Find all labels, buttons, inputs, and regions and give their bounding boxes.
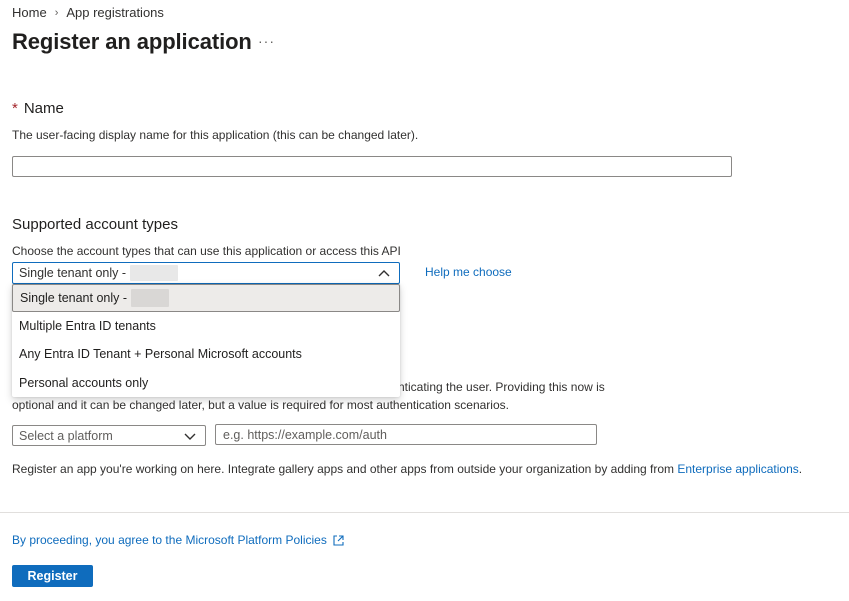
platform-policies-link[interactable]: By proceeding, you agree to the Microsof… <box>12 533 345 547</box>
tenant-name-redacted <box>131 289 170 307</box>
dropdown-option-label: Single tenant only - <box>20 291 128 305</box>
gallery-note-text: Register an app you're working on here. … <box>12 462 678 476</box>
platform-select[interactable]: Select a platform <box>12 425 206 446</box>
dropdown-option-single-tenant[interactable]: Single tenant only - <box>12 284 400 312</box>
footer-divider <box>0 512 849 513</box>
redirect-uri-input[interactable] <box>215 424 597 445</box>
tenant-name-redacted <box>130 265 179 281</box>
dropdown-option-any-tenant-personal[interactable]: Any Entra ID Tenant + Personal Microsoft… <box>12 340 400 368</box>
breadcrumb-app-registrations-link[interactable]: App registrations <box>66 5 164 20</box>
breadcrumb-chevron-icon: › <box>54 6 59 19</box>
breadcrumb: Home › App registrations <box>12 5 164 20</box>
account-types-label: Supported account types <box>12 216 178 233</box>
account-types-description: Choose the account types that can use th… <box>12 244 401 258</box>
account-types-dropdown: Single tenant only - Multiple Entra ID t… <box>12 284 400 397</box>
account-types-select[interactable]: Single tenant only - <box>12 262 400 284</box>
gallery-note-suffix: . <box>798 462 803 476</box>
more-options-icon[interactable]: ··· <box>258 33 275 49</box>
name-input[interactable] <box>12 156 732 177</box>
redirect-description-line1: nticating the user. Providing this now i… <box>398 380 605 394</box>
page-title: Register an application <box>12 29 252 54</box>
platform-policies-text: By proceeding, you agree to the Microsof… <box>12 533 327 547</box>
dropdown-option-label: Personal accounts only <box>19 376 149 390</box>
name-label: * Name <box>12 100 64 117</box>
dropdown-option-label: Multiple Entra ID tenants <box>19 319 156 333</box>
name-label-text: Name <box>23 100 64 117</box>
platform-select-placeholder: Select a platform <box>19 428 113 443</box>
dropdown-option-multiple-tenants[interactable]: Multiple Entra ID tenants <box>12 312 400 340</box>
dropdown-option-label: Any Entra ID Tenant + Personal Microsoft… <box>19 347 302 361</box>
gallery-note: Register an app you're working on here. … <box>12 462 802 476</box>
name-description: The user-facing display name for this ap… <box>12 128 419 142</box>
redirect-description-line2: optional and it can be changed later, bu… <box>12 398 509 412</box>
breadcrumb-home-link[interactable]: Home <box>12 5 47 20</box>
chevron-down-icon <box>184 433 196 440</box>
external-link-icon <box>333 534 344 546</box>
help-me-choose-link[interactable]: Help me choose <box>425 265 512 279</box>
required-asterisk: * <box>12 100 18 117</box>
dropdown-option-personal-only[interactable]: Personal accounts only <box>12 369 400 397</box>
account-types-selected-value: Single tenant only - <box>19 266 127 280</box>
chevron-up-icon <box>378 270 390 277</box>
enterprise-applications-link[interactable]: Enterprise applications <box>677 462 798 476</box>
register-button[interactable]: Register <box>12 565 93 587</box>
